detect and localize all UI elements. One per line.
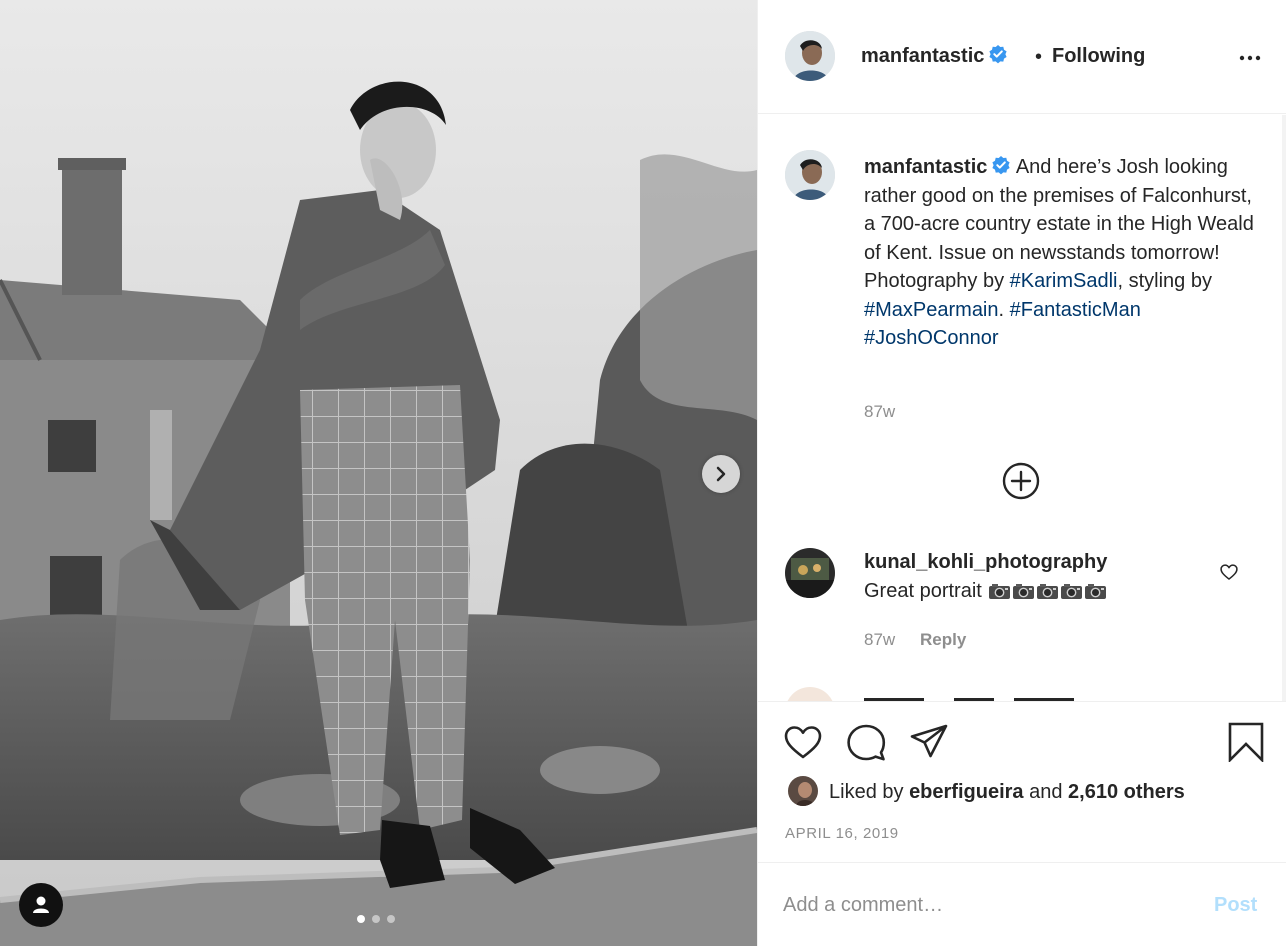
camera-icon [989, 584, 1011, 599]
hashtag-link[interactable]: #KarimSadli [1010, 270, 1118, 292]
comment-input[interactable] [783, 890, 1183, 920]
hashtag-link[interactable]: #JoshOConnor [864, 327, 999, 349]
likes-count-link[interactable]: 2,610 others [1068, 781, 1185, 803]
post-caption: manfantastic And here’s Josh looking rat… [864, 153, 1259, 353]
post-comment-button[interactable]: Post [1214, 894, 1257, 917]
avatar[interactable] [785, 150, 835, 200]
comment-timestamp[interactable]: 87w [864, 630, 895, 650]
comment-username[interactable]: kunal_kohli_photography [864, 551, 1107, 574]
caption-text: , styling by [1117, 270, 1212, 292]
likes-prefix: Liked by [829, 781, 904, 803]
avatar[interactable] [785, 687, 835, 701]
post-side-panel: manfantastic • Following manfantastic An… [757, 0, 1286, 946]
header-username[interactable]: manfantastic [861, 44, 1008, 68]
post-actions: Liked by eberfigueira and 2,610 others A… [758, 701, 1286, 871]
reply-button[interactable]: Reply [920, 630, 966, 650]
hashtag-link[interactable]: #FantasticMan [1010, 299, 1141, 321]
comments-list[interactable]: manfantastic And here’s Josh looking rat… [758, 115, 1286, 701]
profile-picture [788, 776, 818, 806]
bookmark-icon[interactable] [1226, 722, 1266, 762]
comment-text: Great portrait [864, 580, 1107, 603]
photo-scene [0, 0, 757, 946]
avatar[interactable] [785, 548, 835, 598]
post-date[interactable]: APRIL 16, 2019 [785, 825, 899, 842]
more-horizontal-icon[interactable] [1238, 46, 1262, 70]
comment-body: Great portrait [864, 580, 982, 602]
add-comment-bar: Post [758, 862, 1286, 946]
caption-text: . [998, 298, 1010, 321]
truncated-comment [864, 698, 1074, 701]
chevron-right-icon [716, 466, 726, 482]
header-separator: • [1035, 46, 1043, 68]
carousel-dot [387, 915, 395, 923]
hashtag-link[interactable]: #MaxPearmain [864, 299, 999, 321]
comment-like-icon[interactable] [1219, 562, 1239, 582]
profile-picture [785, 150, 835, 200]
plus-circle-icon[interactable] [1001, 461, 1041, 501]
liked-by-user-link[interactable]: eberfigueira [909, 781, 1023, 803]
share-icon[interactable] [909, 722, 949, 762]
camera-emoji-group [987, 580, 1107, 602]
carousel-dot [357, 915, 365, 923]
camera-icon [1085, 584, 1107, 599]
heart-icon[interactable] [783, 722, 823, 762]
likes-conjunction: and [1029, 781, 1063, 803]
camera-icon [1013, 584, 1035, 599]
camera-icon [1061, 584, 1083, 599]
user-tag-icon [33, 896, 49, 913]
camera-icon [1037, 584, 1059, 599]
profile-picture [785, 548, 835, 598]
post-photo[interactable] [0, 0, 757, 946]
caption-timestamp[interactable]: 87w [864, 402, 895, 422]
caption-username[interactable]: manfantastic [864, 156, 987, 178]
comment-icon[interactable] [846, 722, 886, 762]
user-tags-button[interactable] [19, 883, 63, 927]
carousel-dot [372, 915, 380, 923]
verified-badge-icon [992, 156, 1010, 175]
likes-summary: Liked by eberfigueira and 2,610 others [829, 781, 1185, 804]
verified-badge-icon [989, 45, 1007, 64]
post-header: manfantastic • Following [758, 0, 1286, 114]
next-image-button[interactable] [702, 455, 740, 493]
avatar[interactable] [788, 776, 818, 806]
comments-scrollbar[interactable] [1282, 115, 1286, 701]
profile-picture [785, 31, 835, 81]
avatar[interactable] [785, 31, 835, 81]
following-button[interactable]: Following [1052, 45, 1145, 68]
carousel-indicator [357, 915, 395, 923]
